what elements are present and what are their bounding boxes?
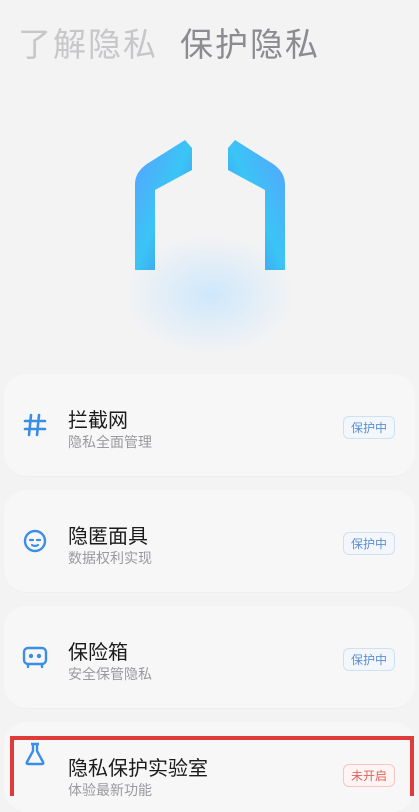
header: 了解隐私 保护隐私: [18, 18, 320, 66]
status-badge: 保护中: [342, 648, 395, 671]
item-title: 拦截网: [68, 408, 128, 432]
status-badge: 保护中: [342, 416, 395, 439]
safe-icon: [18, 640, 52, 674]
privacy-shield-logo: [125, 140, 295, 355]
selection-highlight: [10, 736, 414, 796]
hash-icon: [18, 408, 52, 442]
list-item-safe-box[interactable]: 保险箱 安全保管隐私 保护中: [4, 606, 415, 708]
list-item-hidden-mask[interactable]: 隐匿面具 数据权利实现 保护中: [4, 490, 415, 592]
item-title: 保险箱: [68, 640, 128, 664]
status-badge: 保护中: [342, 532, 395, 555]
mask-icon: [18, 524, 52, 558]
item-subtitle: 数据权利实现: [68, 551, 152, 567]
tab-protect-privacy[interactable]: 保护隐私: [180, 18, 320, 66]
item-subtitle: 隐私全面管理: [68, 435, 152, 451]
tab-learn-privacy[interactable]: 了解隐私: [18, 18, 158, 66]
list-item-interception-net[interactable]: 拦截网 隐私全面管理 保护中: [4, 374, 415, 476]
item-title: 隐匿面具: [68, 524, 148, 548]
item-subtitle: 安全保管隐私: [68, 667, 152, 683]
